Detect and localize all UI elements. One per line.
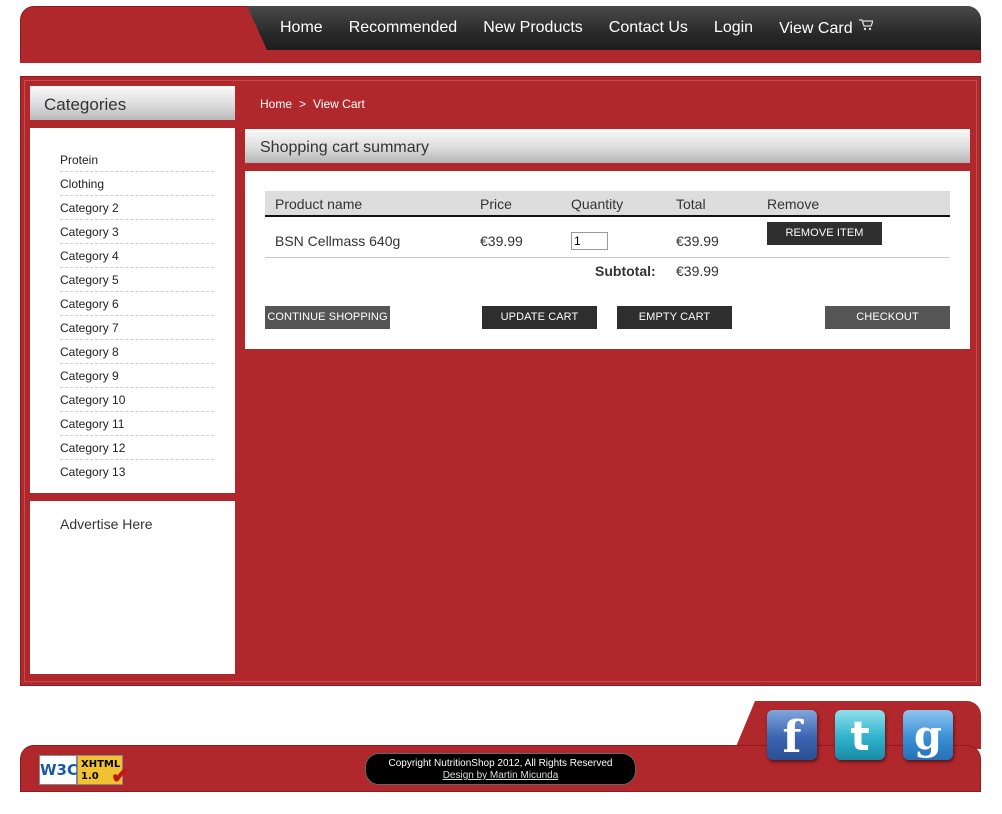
cart-item-name: BSN Cellmass 640g — [275, 233, 401, 249]
w3c-logo: W3C — [39, 755, 78, 785]
breadcrumb-separator: > — [299, 97, 307, 111]
advertise-text: Advertise Here — [60, 516, 153, 532]
categories-panel: Protein Clothing Category 2 Category 3 C… — [30, 128, 235, 493]
row-divider — [265, 257, 950, 258]
category-link[interactable]: Category 12 — [60, 436, 214, 460]
column-price: Price — [480, 196, 512, 212]
category-link[interactable]: Category 2 — [60, 196, 214, 220]
designer-link[interactable]: Design by Martin Micunda — [366, 770, 635, 782]
main-nav: Home Recommended New Products Contact Us… — [247, 6, 981, 50]
nav-login[interactable]: Login — [714, 19, 753, 38]
category-link[interactable]: Category 7 — [60, 316, 214, 340]
column-product-name: Product name — [275, 196, 363, 212]
update-cart-button[interactable]: UPDATE CART — [482, 306, 597, 329]
cart-summary-header: Shopping cart summary — [245, 129, 970, 163]
categories-header: Categories — [30, 86, 235, 120]
column-remove: Remove — [767, 196, 820, 212]
category-link[interactable]: Category 3 — [60, 220, 214, 244]
category-link[interactable]: Protein — [60, 148, 214, 172]
xhtml-version: 1.0 — [81, 771, 99, 782]
google-icon[interactable]: g — [903, 710, 953, 760]
twitter-icon[interactable]: t — [835, 710, 885, 760]
checkmark-icon: ✔ — [111, 763, 130, 788]
nav-home[interactable]: Home — [280, 19, 323, 38]
footer: f t g W3C XHTML 1.0 ✔ Copyright Nutrition… — [20, 701, 981, 792]
category-link[interactable]: Category 13 — [60, 460, 214, 484]
category-link[interactable]: Category 10 — [60, 388, 214, 412]
quantity-input[interactable] — [571, 232, 608, 250]
breadcrumb: Home > View Cart — [260, 97, 365, 111]
category-link[interactable]: Category 5 — [60, 268, 214, 292]
category-link[interactable]: Category 8 — [60, 340, 214, 364]
cart-table-header: Product name Price Quantity Total Remove — [265, 191, 950, 217]
nav-recommended[interactable]: Recommended — [349, 19, 458, 38]
category-link[interactable]: Category 4 — [60, 244, 214, 268]
advertise-panel: Advertise Here — [30, 501, 235, 674]
categories-title: Categories — [44, 95, 127, 114]
subtotal-label: Subtotal: — [595, 263, 656, 279]
breadcrumb-current: View Cart — [313, 97, 365, 111]
copyright-box: Copyright NutritionShop 2012, All Rights… — [365, 753, 636, 785]
cart-item-total: €39.99 — [676, 233, 719, 249]
subtotal-value: €39.99 — [676, 263, 719, 279]
category-link[interactable]: Category 9 — [60, 364, 214, 388]
category-link[interactable]: Category 6 — [60, 292, 214, 316]
cart-summary-title: Shopping cart summary — [260, 139, 429, 156]
header-divider — [20, 60, 981, 63]
category-link[interactable]: Category 11 — [60, 412, 214, 436]
cart-item-price: €39.99 — [480, 233, 523, 249]
nav-contact-us[interactable]: Contact Us — [609, 19, 688, 38]
nav-view-card[interactable]: View Card — [779, 19, 873, 38]
cart-panel: Product name Price Quantity Total Remove… — [245, 171, 970, 349]
nav-view-card-label: View Card — [779, 20, 853, 37]
column-quantity: Quantity — [571, 196, 624, 212]
remove-item-button[interactable]: REMOVE ITEM — [767, 222, 882, 245]
facebook-icon[interactable]: f — [767, 710, 817, 763]
empty-cart-button[interactable]: EMPTY CART — [617, 306, 732, 329]
w3c-xhtml-badge[interactable]: W3C XHTML 1.0 ✔ — [39, 755, 129, 788]
category-link[interactable]: Clothing — [60, 172, 214, 196]
nav-new-products[interactable]: New Products — [483, 19, 583, 38]
column-total: Total — [676, 196, 706, 212]
shopping-cart-icon — [858, 19, 873, 31]
copyright-text: Copyright NutritionShop 2012, All Rights… — [388, 758, 613, 769]
checkout-button[interactable]: CHECKOUT — [825, 306, 950, 329]
breadcrumb-home[interactable]: Home — [260, 97, 292, 111]
continue-shopping-button[interactable]: CONTINUE SHOPPING — [265, 306, 390, 329]
